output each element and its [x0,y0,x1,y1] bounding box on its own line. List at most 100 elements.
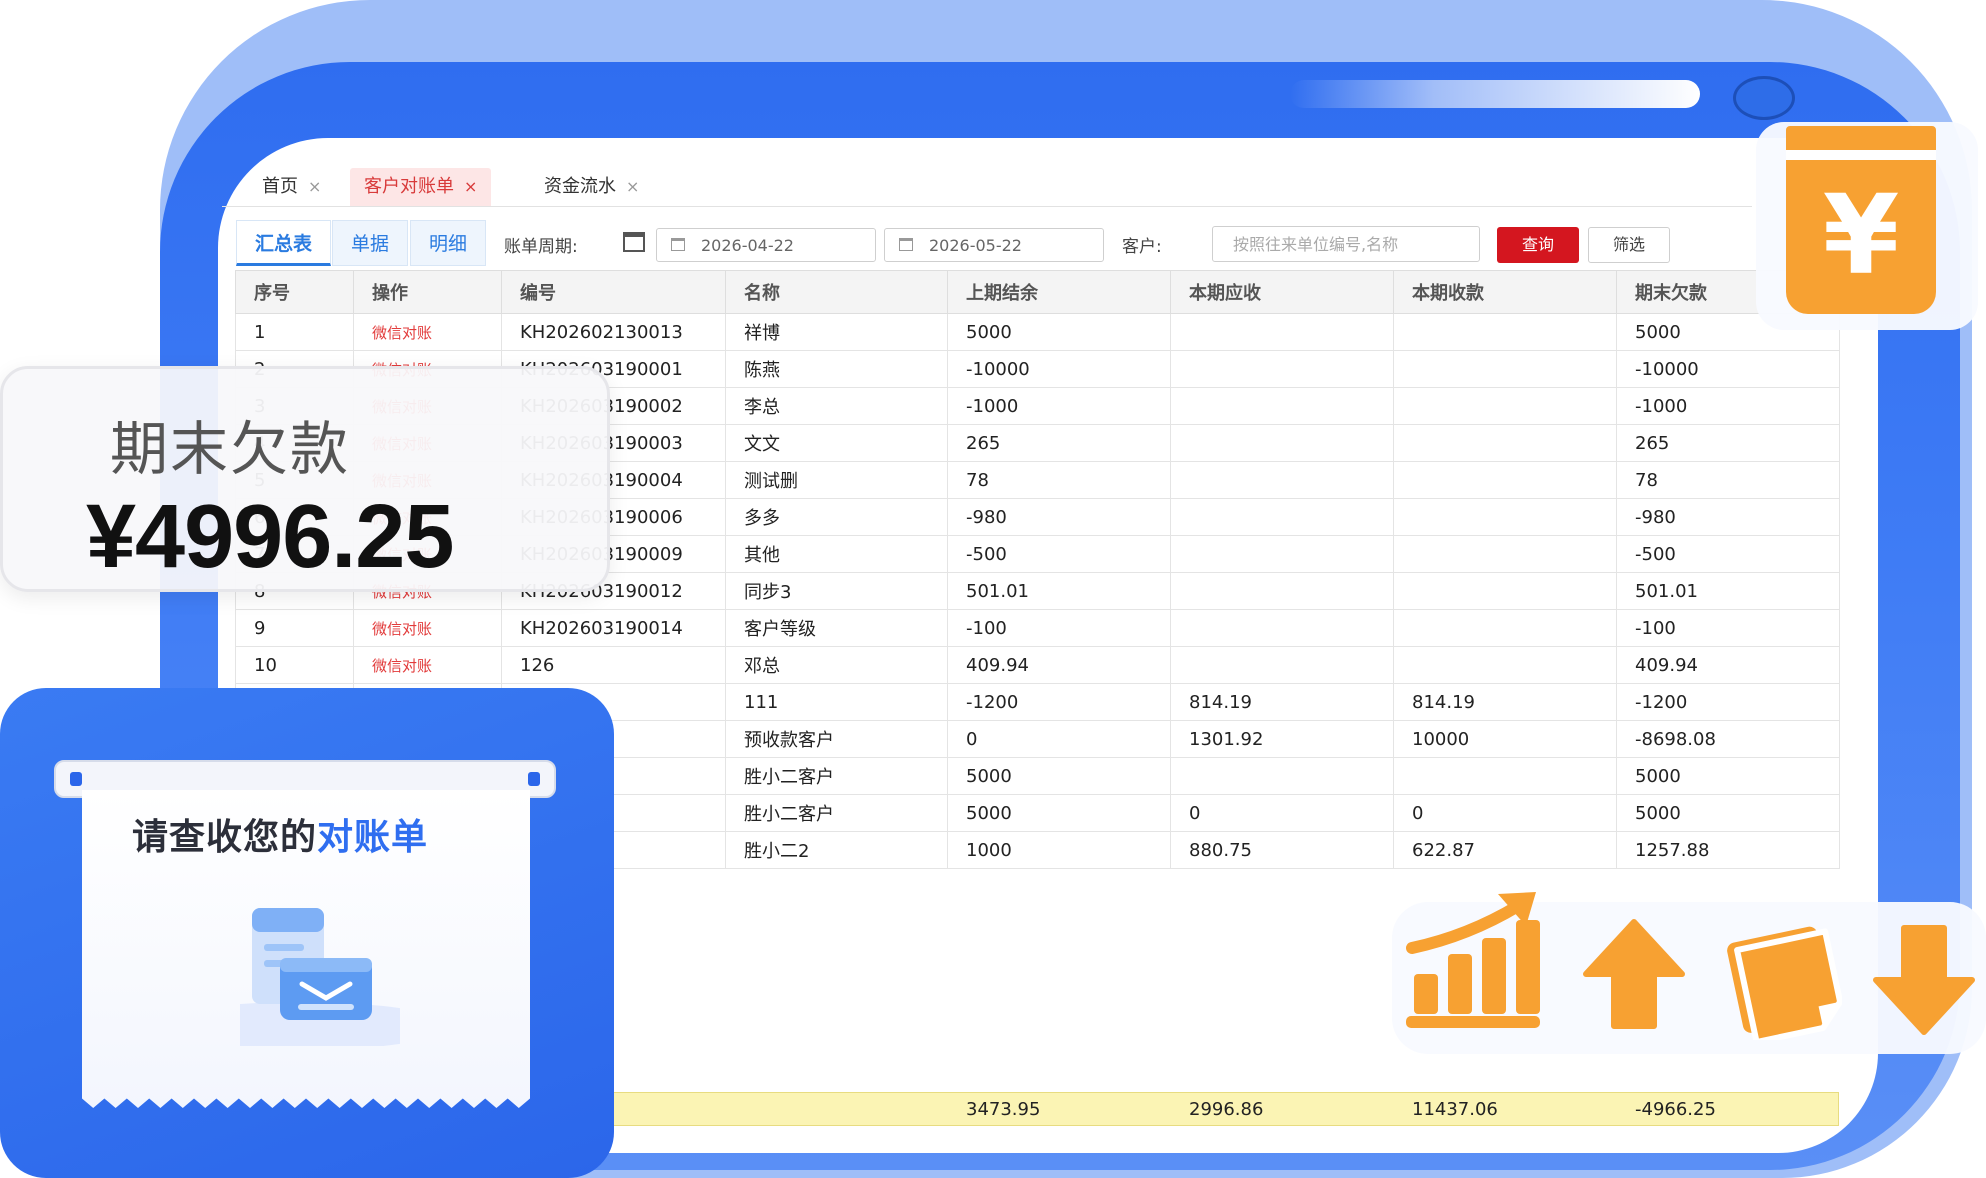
column-header[interactable]: 序号 [235,270,354,314]
table-cell: -500 [947,535,1171,573]
table-cell: 1257.88 [1616,831,1840,869]
ending-debt-value: ¥4996.25 [86,487,454,587]
table-cell: 0 [947,720,1171,758]
table-cell: 5000 [947,794,1171,832]
table-cell [1170,646,1394,684]
tablet-speaker [1290,80,1700,108]
table-cell [1393,461,1617,499]
table-cell: -100 [947,609,1171,647]
tab-cash-flow[interactable]: 资金流水 × [530,168,653,206]
table-cell [1393,572,1617,610]
table-cell [1393,424,1617,462]
table-cell: 其他 [725,535,948,573]
arrow-up-icon[interactable] [1582,918,1686,1030]
close-icon[interactable]: × [626,177,639,196]
arrow-down-icon[interactable] [1872,924,1976,1036]
calendar-icon [671,238,685,251]
close-icon[interactable]: × [308,177,321,196]
table-row[interactable]: 1 微信对账 KH202602130013 祥博 5000 5000 [235,313,1840,351]
tabs-divider [222,206,1752,207]
document-illustration-icon [240,908,400,1046]
table-cell: 1 [235,313,354,351]
calendar-icon [899,238,913,251]
table-cell: -8698.08 [1616,720,1840,758]
table-cell: 胜小二2 [725,831,948,869]
column-header[interactable]: 操作 [353,270,502,314]
table-cell: KH202602130013 [501,313,726,351]
start-date-value: 2026-04-22 [701,236,794,255]
wechat-reconcile-link[interactable]: 微信对账 [353,646,502,684]
table-cell [1393,498,1617,536]
table-cell [1170,609,1394,647]
table-row[interactable]: 10 微信对账 126 邓总 409.94 409.94 [235,646,1840,684]
table-cell [1170,535,1394,573]
end-date-field[interactable]: 2026-05-22 [884,228,1104,262]
table-cell [1170,757,1394,795]
notice-title-highlight: 对账单 [317,817,429,858]
notice-title-prefix: 请查收您的 [132,817,318,858]
table-cell: 5000 [1616,794,1840,832]
table-cell: 409.94 [947,646,1171,684]
subtab-summary[interactable]: 汇总表 [236,220,332,266]
tab-home[interactable]: 首页 × [248,168,335,206]
subtab-detail[interactable]: 明细 [410,220,487,266]
column-header[interactable]: 编号 [501,270,726,314]
table-cell: 265 [947,424,1171,462]
wechat-reconcile-link[interactable]: 微信对账 [353,313,502,351]
table-cell [1170,350,1394,388]
tab-label: 资金流水 [544,176,616,197]
tab-label: 首页 [262,176,298,197]
total-received: 11437.06 [1412,1099,1498,1120]
table-cell: -980 [947,498,1171,536]
table-cell: 李总 [725,387,948,425]
table-cell: KH202603190014 [501,609,726,647]
table-cell: -10000 [947,350,1171,388]
table-cell: 文文 [725,424,948,462]
table-cell: 预收款客户 [725,720,948,758]
table-header-row: 序号 操作 编号 名称 上期结余 本期应收 本期收款 期末欠款 [235,270,1840,314]
table-cell: -1000 [1616,387,1840,425]
table-cell: 111 [725,683,948,721]
table-cell: 10 [235,646,354,684]
table-cell: 0 [1170,794,1394,832]
query-button[interactable]: 查询 [1497,227,1579,263]
table-cell [1393,757,1617,795]
table-cell: 814.19 [1393,683,1617,721]
calendar-icon[interactable] [623,232,645,252]
period-label: 账单周期: [504,237,578,257]
documents-icon[interactable] [1716,918,1842,1040]
table-cell: 1000 [947,831,1171,869]
column-header[interactable]: 本期收款 [1393,270,1617,314]
start-date-field[interactable]: 2026-04-22 [656,228,876,262]
subtab-documents[interactable]: 单据 [332,220,409,266]
column-header[interactable]: 上期结余 [947,270,1171,314]
table-cell [1170,387,1394,425]
filter-button[interactable]: 筛选 [1588,227,1670,263]
table-cell: 胜小二客户 [725,757,948,795]
wechat-reconcile-link[interactable]: 微信对账 [353,609,502,647]
tab-customer-statement[interactable]: 客户对账单 × [350,168,492,206]
table-cell: 126 [501,646,726,684]
table-cell [1393,313,1617,351]
notice-title: 请查收您的对账单 [132,808,428,860]
table-cell [1393,387,1617,425]
table-cell: 客户等级 [725,609,948,647]
table-cell: -500 [1616,535,1840,573]
column-header[interactable]: 名称 [725,270,948,314]
customer-label: 客户: [1122,237,1162,257]
table-cell [1170,424,1394,462]
customer-search-input[interactable] [1212,226,1480,262]
table-cell [1393,535,1617,573]
bar-chart-growth-icon[interactable] [1398,884,1548,1034]
table-cell [1393,646,1617,684]
table-cell: 祥博 [725,313,948,351]
table-cell [1393,609,1617,647]
total-receivable: 2996.86 [1189,1099,1264,1120]
table-cell: 78 [947,461,1171,499]
table-cell [1170,313,1394,351]
column-header[interactable]: 本期应收 [1170,270,1394,314]
table-cell: -1200 [947,683,1171,721]
table-cell: 同步3 [725,572,948,610]
close-icon[interactable]: × [464,177,477,196]
table-row[interactable]: 9 微信对账 KH202603190014 客户等级 -100 -100 [235,609,1840,647]
